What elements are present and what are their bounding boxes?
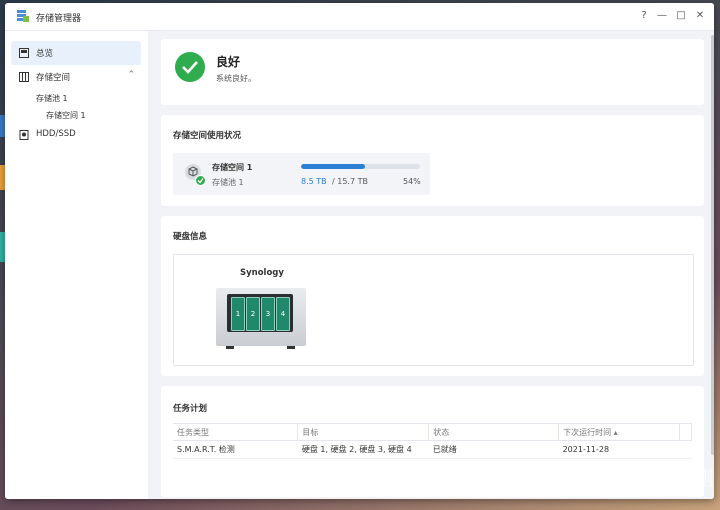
storage-manager-window: 存储管理器 ? — □ ✕ 总览 存储空间 ⌃ 存储池 1 存储空间 1 HDD… — [5, 3, 714, 499]
volume-pool: 存储池 1 — [212, 178, 244, 187]
column-header-target[interactable]: 目标 — [297, 423, 430, 441]
column-header-spacer — [679, 423, 693, 441]
chevron-up-icon[interactable]: ⌃ — [127, 70, 135, 80]
total-capacity: / 15.7 TB — [332, 177, 368, 186]
volume-usage-item[interactable]: 存储空间 1 存储池 1 8.5 TB / 15.7 TB 54% — [173, 153, 430, 195]
title-bar: 存储管理器 ? — □ ✕ — [5, 3, 714, 31]
sidebar-item-volume[interactable]: 存储空间 1 — [46, 110, 86, 121]
volume-name: 存储空间 1 — [212, 163, 253, 172]
storage-manager-app-icon — [17, 10, 29, 22]
disk-bay-3[interactable]: 3 — [261, 297, 275, 331]
nas-bay-panel: 1 2 3 4 — [227, 294, 293, 332]
disk-bay-4[interactable]: 4 — [276, 297, 290, 331]
usage-section-title: 存储空间使用状况 — [173, 131, 242, 141]
disk-bay-2[interactable]: 2 — [246, 297, 260, 331]
nas-device-image: 1 2 3 4 — [216, 288, 306, 346]
healthy-check-icon — [195, 175, 206, 186]
help-button[interactable]: ? — [637, 9, 651, 23]
column-header-task-type[interactable]: 任务类型 — [173, 423, 299, 441]
column-header-next-run[interactable]: 下次运行时间 ▴ — [558, 423, 680, 441]
maximize-button[interactable]: □ — [674, 9, 688, 23]
sidebar-item-storage[interactable]: 存储空间 ⌃ — [11, 65, 141, 89]
window-title: 存储管理器 — [36, 14, 82, 24]
column-header-status[interactable]: 状态 — [428, 423, 560, 441]
overview-icon — [19, 48, 29, 58]
minimize-button[interactable]: — — [655, 9, 669, 23]
disk-info-section-title: 硬盘信息 — [173, 232, 208, 242]
cell-target: 硬盘 1, 硬盘 2, 硬盘 3, 硬盘 4 — [297, 440, 429, 459]
usage-progress-fill — [301, 164, 366, 169]
watermark: 新浪众测 — [630, 466, 714, 490]
usage-progress-bar — [301, 164, 420, 169]
nas-foot — [226, 346, 234, 349]
nas-brand: Synology — [240, 268, 284, 278]
task-section-title: 任务计划 — [173, 404, 208, 414]
table-header-row: 任务类型 目标 状态 下次运行时间 ▴ — [173, 423, 693, 441]
close-button[interactable]: ✕ — [693, 9, 707, 23]
check-circle-icon — [175, 52, 205, 82]
cell-task-type: S.M.A.R.T. 检测 — [173, 440, 298, 459]
sidebar-item-label: 存储空间 — [36, 73, 71, 83]
task-schedule-card: 任务计划 任务类型 目标 状态 下次运行时间 ▴ S.M.A.R.T. 检测 硬… — [161, 386, 704, 497]
cell-status: 已就绪 — [428, 440, 559, 459]
disk-info-card: 硬盘信息 Synology 1 2 3 4 — [161, 216, 704, 376]
sidebar-item-pool[interactable]: 存储池 1 — [36, 93, 68, 104]
sidebar-item-overview[interactable]: 总览 — [11, 41, 141, 65]
table-row[interactable]: S.M.A.R.T. 检测 硬盘 1, 硬盘 2, 硬盘 3, 硬盘 4 已就绪… — [173, 440, 692, 459]
sidebar-item-label: 总览 — [36, 49, 54, 59]
sidebar-item-hdd[interactable]: HDD/SSD — [11, 123, 141, 147]
status-title: 良好 — [216, 55, 241, 69]
cell-next-run: 2021-11-28 — [558, 440, 680, 459]
nas-foot — [287, 346, 295, 349]
disk-diagram-frame: Synology 1 2 3 4 — [173, 254, 694, 366]
usage-card: 存储空间使用状况 存储空间 1 存储池 1 8.5 TB / 15.7 TB 5… — [161, 115, 704, 206]
status-subtitle: 系统良好。 — [216, 74, 256, 83]
used-capacity: 8.5 TB — [301, 177, 327, 186]
sidebar-item-label: HDD/SSD — [36, 129, 76, 139]
cell-spacer — [679, 440, 692, 459]
status-card: 良好 系统良好。 — [161, 39, 704, 105]
sidebar: 总览 存储空间 ⌃ 存储池 1 存储空间 1 HDD/SSD — [5, 31, 148, 499]
main-content: 良好 系统良好。 存储空间使用状况 存储空间 1 存储池 1 8.5 TB / … — [148, 31, 714, 499]
storage-icon — [19, 72, 29, 82]
task-table: 任务类型 目标 状态 下次运行时间 ▴ S.M.A.R.T. 检测 硬盘 1, … — [173, 423, 693, 459]
disk-bay-1[interactable]: 1 — [231, 297, 245, 331]
content-scrollbar[interactable] — [711, 35, 714, 455]
hdd-icon — [19, 130, 29, 140]
usage-percent: 54% — [403, 177, 421, 186]
